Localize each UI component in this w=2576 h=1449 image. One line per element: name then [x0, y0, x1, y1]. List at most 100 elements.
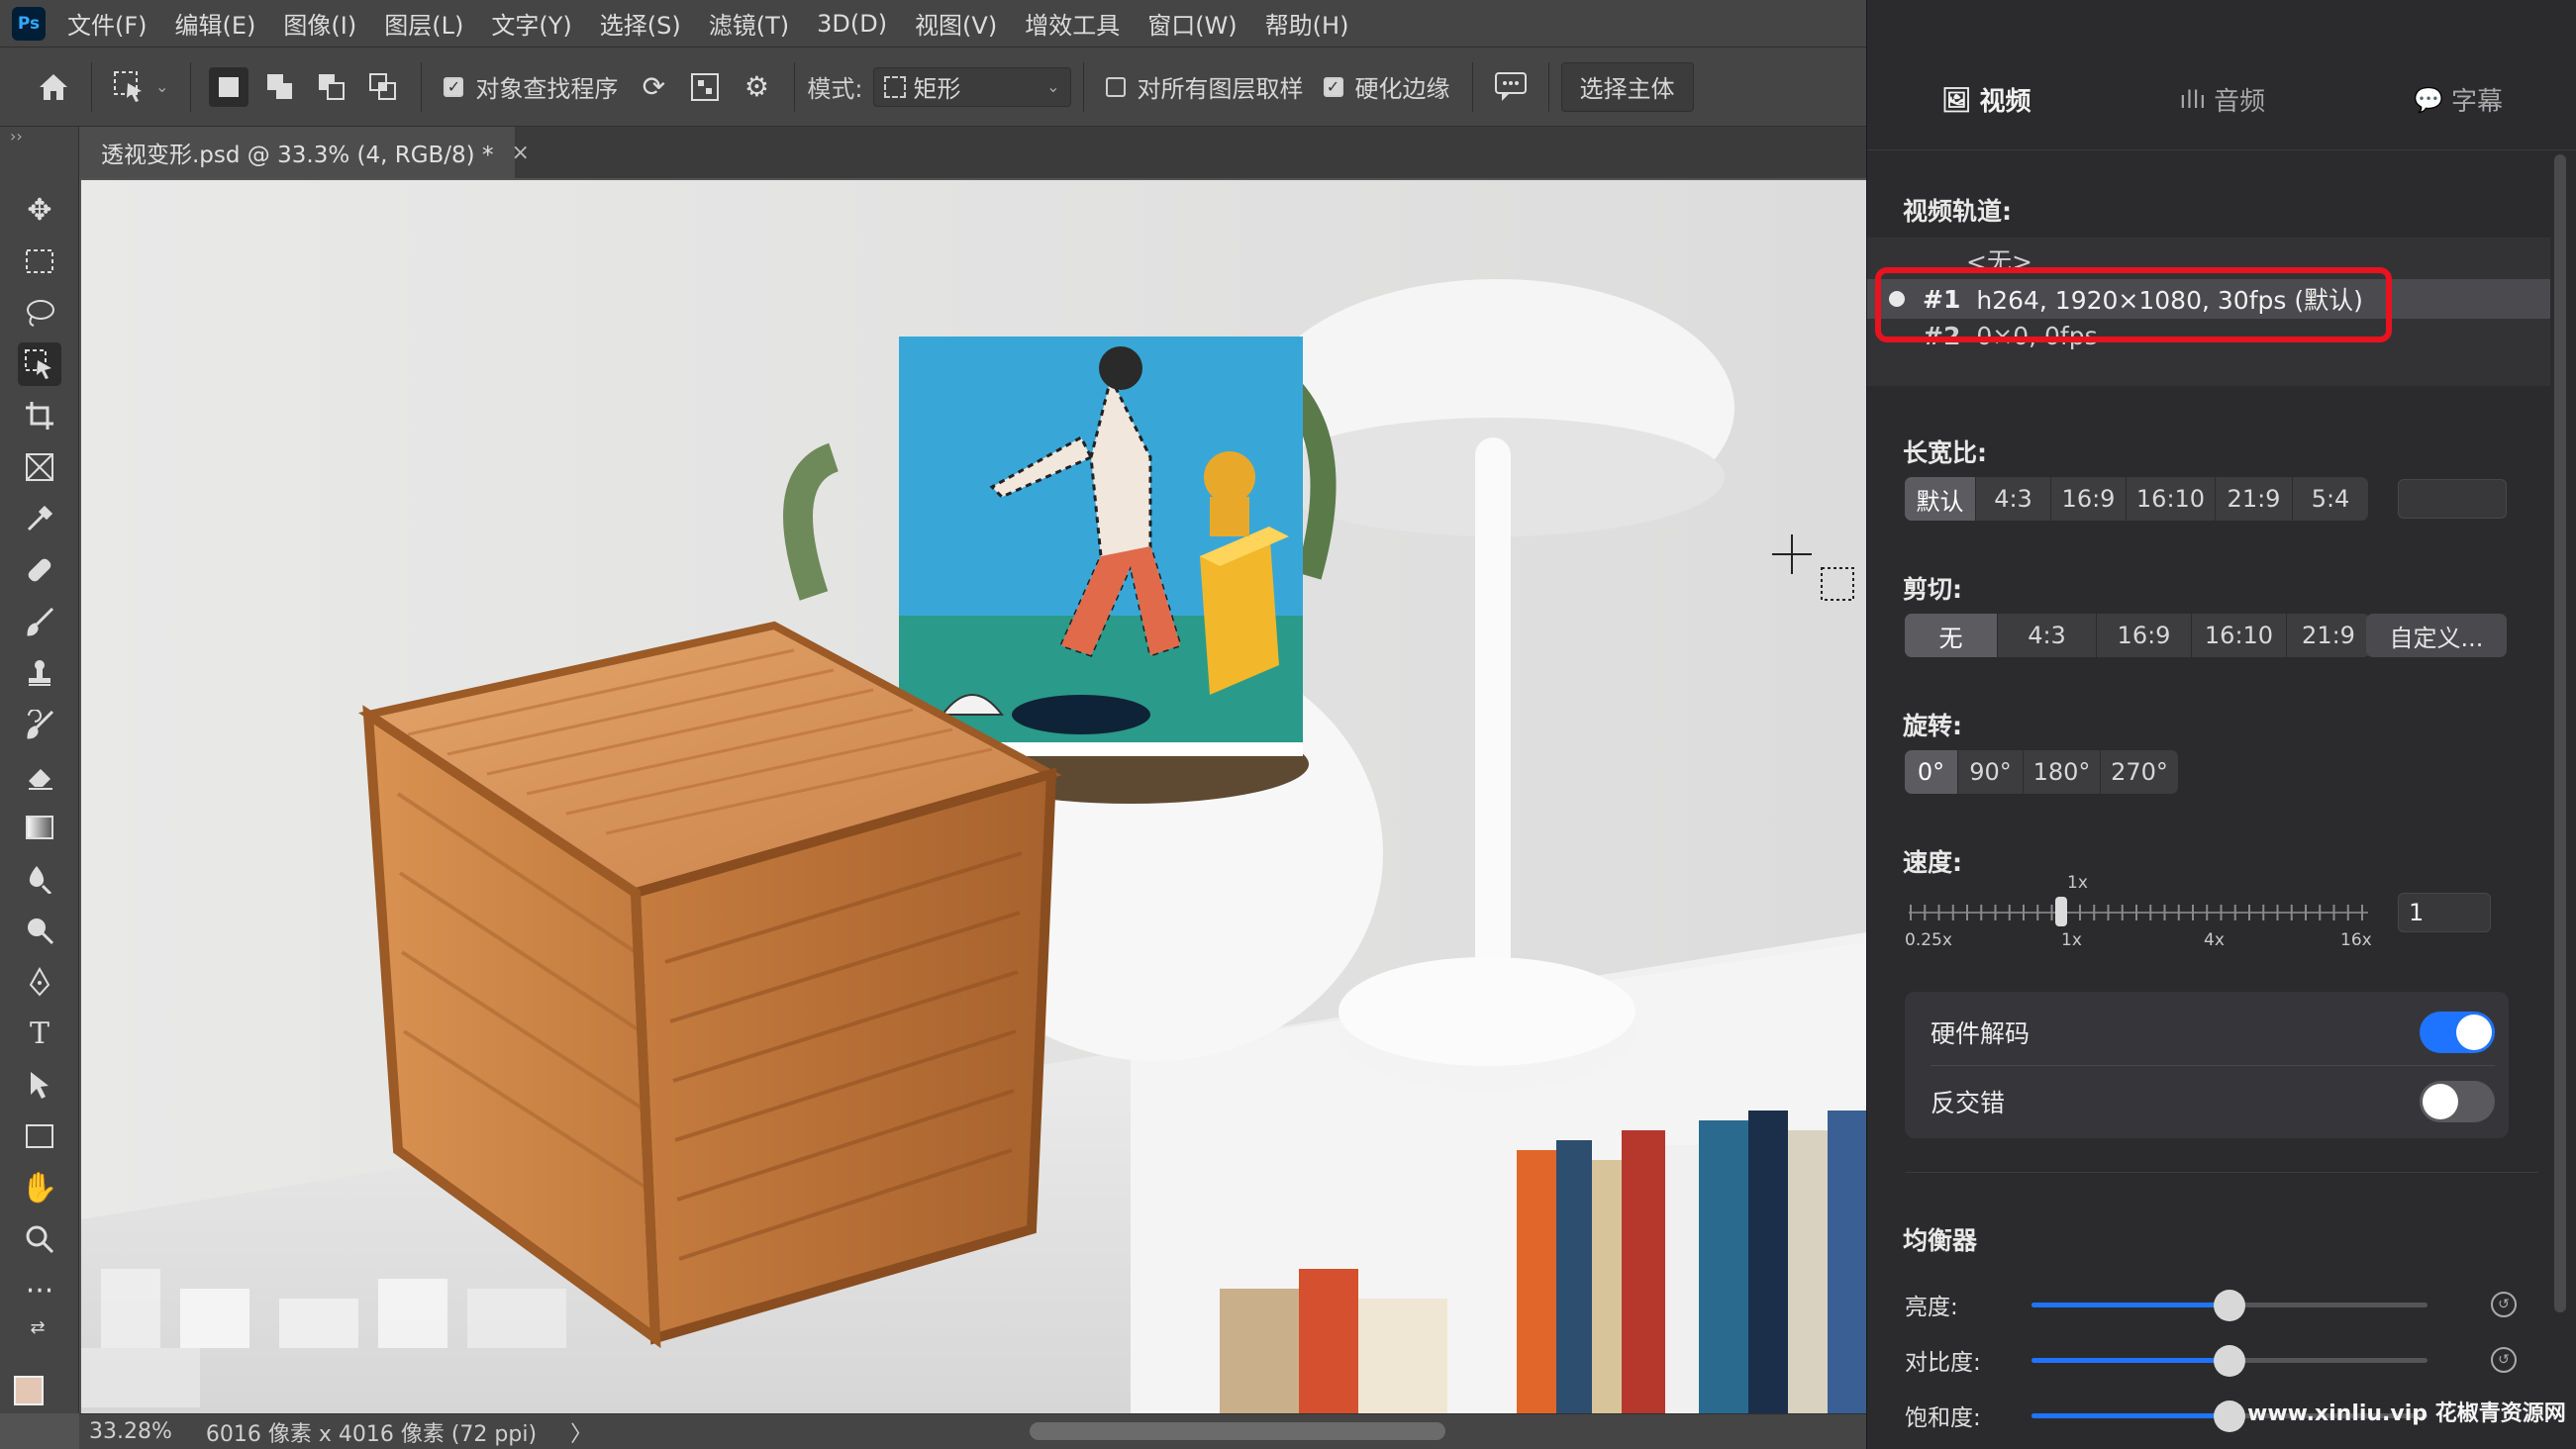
menu-help[interactable]: 帮助(H) [1265, 6, 1349, 41]
select-subject-button[interactable]: 选择主体 [1560, 61, 1694, 112]
panel-scrollbar[interactable] [2554, 154, 2566, 1312]
crop-16-9[interactable]: 16:9 [2097, 614, 2192, 657]
decode-options-box: 硬件解码 反交错 [1905, 992, 2509, 1138]
photoshop-window: Ps 文件(F) 编辑(E) 图像(I) 图层(L) 文字(Y) 选择(S) 滤… [0, 0, 1866, 1449]
menu-view[interactable]: 视图(V) [915, 6, 997, 41]
crop-21-9[interactable]: 21:9 [2287, 614, 2370, 657]
healing-brush-tool-icon[interactable] [18, 548, 61, 592]
speed-value-field[interactable]: 1 [2398, 893, 2491, 932]
marquee-tool-icon[interactable] [18, 240, 61, 283]
close-tab-icon[interactable]: × [511, 141, 529, 165]
aspect-ratio-label: 长宽比: [1903, 438, 1987, 467]
document-canvas[interactable] [81, 180, 1866, 1415]
menu-filter[interactable]: 滤镜(T) [709, 6, 789, 41]
tool-preset-chevron-icon[interactable]: ⌄ [155, 77, 168, 96]
crop-tool-icon[interactable] [18, 394, 61, 437]
crop-4-3[interactable]: 4:3 [1998, 614, 2097, 657]
rectangle-tool-icon[interactable] [18, 1114, 61, 1158]
brush-tool-icon[interactable] [18, 600, 61, 643]
home-icon[interactable] [34, 67, 73, 107]
speed-slider[interactable] [1905, 897, 2372, 926]
gear-icon[interactable]: ⚙ [737, 67, 776, 107]
menu-3d[interactable]: 3D(D) [817, 10, 887, 38]
status-menu-arrow[interactable]: 〉 [570, 1416, 592, 1448]
path-selection-tool-icon[interactable] [18, 1063, 61, 1107]
aspect-21-9[interactable]: 21:9 [2216, 477, 2293, 521]
menu-window[interactable]: 窗口(W) [1147, 6, 1237, 41]
tab-audio[interactable]: ıllı 音频 [2179, 81, 2265, 118]
rotate-segmented: 0° 90° 180° 270° [1905, 750, 2178, 794]
dodge-tool-icon[interactable] [18, 909, 61, 952]
hardware-decode-row: 硬件解码 [1931, 998, 2495, 1067]
frame-tool-icon[interactable] [18, 445, 61, 489]
lasso-tool-icon[interactable] [18, 291, 61, 335]
rotate-180[interactable]: 180° [2024, 750, 2101, 794]
horizontal-scrollbar[interactable] [1030, 1422, 1445, 1440]
eq-saturation-label: 饱和度: [1905, 1405, 1981, 1431]
gradient-tool-icon[interactable] [18, 806, 61, 849]
more-tools-icon[interactable]: ··· [18, 1269, 61, 1312]
refresh-icon[interactable]: ⟳ [634, 67, 673, 107]
tab-subtitles[interactable]: 💬 字幕 [2414, 81, 2503, 118]
crop-custom-button[interactable]: 自定义... [2366, 614, 2507, 657]
aspect-16-10[interactable]: 16:10 [2127, 477, 2216, 521]
mode-select[interactable]: 矩形 ⌄ [872, 66, 1071, 107]
tab-video[interactable]: 🖼 视频 [1941, 81, 2031, 118]
show-all-objects-icon[interactable] [685, 67, 725, 107]
aspect-4-3[interactable]: 4:3 [1976, 477, 2051, 521]
rotate-270[interactable]: 270° [2101, 750, 2178, 794]
pen-tool-icon[interactable] [18, 960, 61, 1004]
object-finder-checkbox[interactable]: ✓ 对象查找程序 [444, 69, 618, 104]
rotate-90[interactable]: 90° [1958, 750, 2024, 794]
deinterlace-toggle[interactable] [2420, 1081, 2495, 1122]
speed-slider-thumb[interactable] [2055, 897, 2067, 926]
eq-brightness-slider[interactable] [2031, 1289, 2427, 1321]
new-selection-icon[interactable] [209, 66, 249, 107]
eq-contrast-slider[interactable] [2031, 1344, 2427, 1377]
hardware-decode-toggle[interactable] [2420, 1012, 2495, 1053]
intersect-selection-icon[interactable] [363, 67, 403, 107]
aspect-16-9[interactable]: 16:9 [2051, 477, 2127, 521]
move-tool-icon[interactable]: ✥ [18, 188, 61, 232]
aspect-custom-field[interactable] [2398, 479, 2507, 519]
mode-value: 矩形 [913, 75, 961, 103]
eraser-tool-icon[interactable] [18, 754, 61, 798]
separator [421, 61, 423, 112]
speed-ticks [1909, 905, 2368, 920]
speech-bubble-icon[interactable] [1491, 67, 1531, 107]
add-to-selection-icon[interactable] [260, 67, 300, 107]
hand-tool-icon[interactable]: ✋ [18, 1166, 61, 1209]
reset-icon[interactable]: ↺ [2491, 1292, 2517, 1317]
document-tab[interactable]: 透视变形.psd @ 33.3% (4, RGB/8) * × [79, 127, 530, 178]
swap-colors-icon[interactable]: ⇄ [18, 1314, 57, 1340]
zoom-tool-icon[interactable] [18, 1217, 61, 1261]
hard-edge-checkbox[interactable]: ✓ 硬化边缘 [1323, 69, 1450, 104]
history-brush-tool-icon[interactable] [18, 703, 61, 746]
eyedropper-tool-icon[interactable] [18, 497, 61, 540]
tools-panel: ›› ✥ T ✋ ··· ⇄ [0, 127, 79, 1421]
crop-none[interactable]: 无 [1905, 614, 1998, 657]
reset-icon[interactable]: ↺ [2491, 1347, 2517, 1373]
crop-16-10[interactable]: 16:10 [2192, 614, 2287, 657]
menu-edit[interactable]: 编辑(E) [175, 6, 256, 41]
menu-plugins[interactable]: 增效工具 [1025, 6, 1120, 41]
type-tool-icon[interactable]: T [18, 1012, 61, 1055]
eq-brightness-row: 亮度: ↺ [1905, 1285, 2538, 1324]
menu-type[interactable]: 文字(Y) [491, 6, 571, 41]
menu-layer[interactable]: 图层(L) [384, 6, 463, 41]
foreground-color-swatch[interactable] [14, 1376, 44, 1405]
object-selection-tool-icon[interactable] [110, 67, 149, 107]
sample-all-layers-checkbox[interactable]: 对所有图层取样 [1105, 69, 1304, 104]
menu-file[interactable]: 文件(F) [67, 6, 148, 41]
clone-stamp-tool-icon[interactable] [18, 651, 61, 695]
aspect-default[interactable]: 默认 [1905, 477, 1976, 521]
rotate-0[interactable]: 0° [1905, 750, 1958, 794]
menu-select[interactable]: 选择(S) [600, 6, 681, 41]
blur-tool-icon[interactable] [18, 857, 61, 901]
aspect-5-4[interactable]: 5:4 [2293, 477, 2368, 521]
zoom-level[interactable]: 33.28% [89, 1419, 172, 1444]
object-selection-tool-icon[interactable] [18, 342, 61, 386]
menu-image[interactable]: 图像(I) [283, 6, 356, 41]
collapse-panel-icon[interactable]: ›› [10, 127, 23, 145]
subtract-from-selection-icon[interactable] [312, 67, 351, 107]
